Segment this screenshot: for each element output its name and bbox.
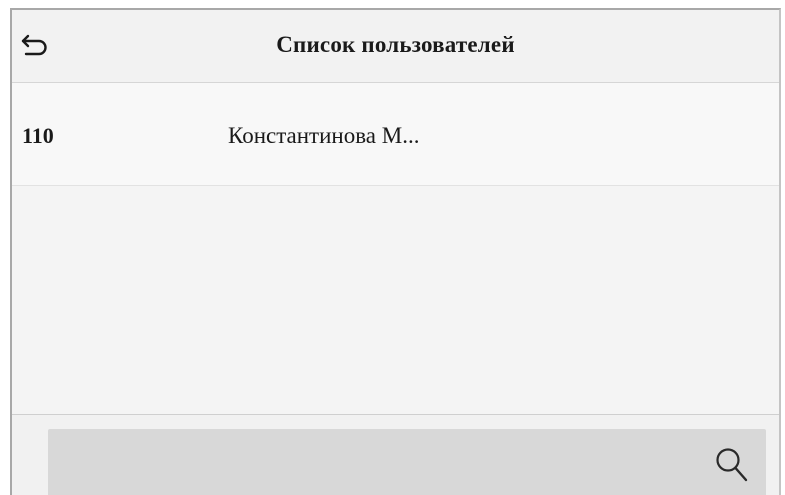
user-id: 110 — [22, 123, 54, 148]
header-bar: Список пользователей — [12, 10, 779, 83]
search-input[interactable] — [48, 429, 766, 495]
empty-list-area — [12, 186, 779, 414]
search-bar — [12, 415, 779, 495]
user-list: 110 Константинова М... — [12, 83, 779, 186]
user-row[interactable]: 110 Константинова М... — [12, 83, 779, 186]
device-screen: Список пользователей 110 Константинова М… — [10, 8, 781, 495]
user-name: Константинова М... — [228, 123, 420, 148]
search-button[interactable] — [712, 445, 752, 485]
page-title: Список пользователей — [276, 32, 515, 57]
search-icon — [716, 448, 748, 482]
